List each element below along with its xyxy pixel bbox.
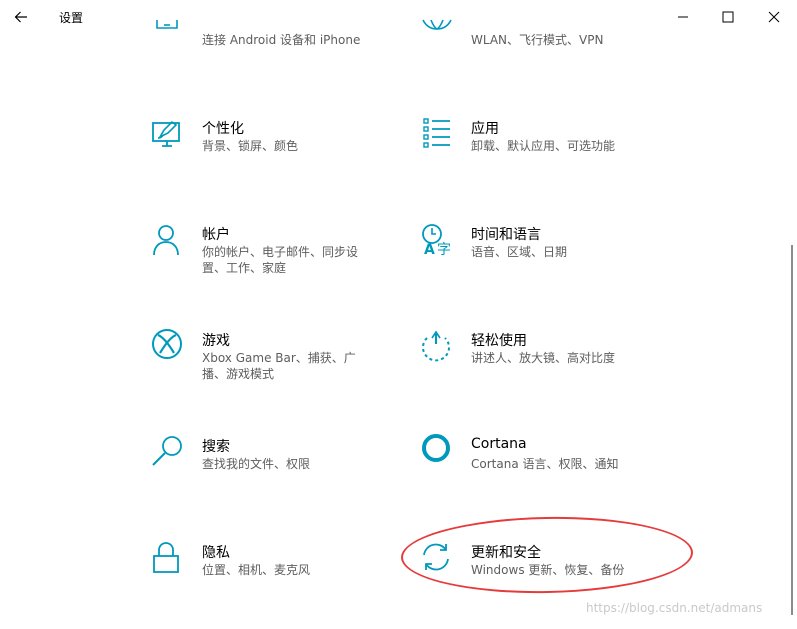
- search-icon: [152, 436, 188, 472]
- tile-personalization[interactable]: 个性化 背景、锁屏、颜色: [152, 118, 382, 198]
- tile-desc: Xbox Game Bar、捕获、广播、游戏模式: [202, 351, 356, 381]
- personalization-icon: [152, 118, 188, 154]
- time-language-icon: A 字: [421, 224, 457, 260]
- tile-title: Cortana: [471, 436, 527, 452]
- tile-search[interactable]: 搜索 查找我的文件、权限: [152, 436, 382, 516]
- tile-desc: 位置、相机、麦克风: [202, 563, 311, 577]
- close-button[interactable]: [763, 6, 785, 28]
- person-icon: [152, 224, 188, 260]
- tile-desc: 语音、区域、日期: [471, 245, 568, 259]
- tile-title: 隐私: [202, 545, 230, 561]
- tile-title: 游戏: [202, 333, 230, 349]
- phone-icon: [152, 16, 188, 52]
- tile-cortana[interactable]: Cortana Cortana 语言、权限、通知: [421, 434, 651, 516]
- tile-desc: 查找我的文件、权限: [202, 457, 311, 471]
- tile-time-language[interactable]: A 字 时间和语言 语音、区域、日期: [421, 224, 651, 304]
- apps-list-icon: [423, 118, 459, 154]
- window-title: 设置: [59, 11, 84, 25]
- svg-text:A: A: [424, 242, 435, 258]
- tile-privacy[interactable]: 隐私 位置、相机、麦克风: [152, 542, 382, 622]
- tile-accounts[interactable]: 帐户 你的帐户、电子邮件、同步设置、工作、家庭: [152, 224, 382, 304]
- ease-of-access-icon: [421, 330, 457, 366]
- maximize-icon: [722, 11, 734, 23]
- maximize-button[interactable]: [717, 6, 739, 28]
- tile-desc: 连接 Android 设备和 iPhone: [202, 33, 361, 47]
- close-icon: [768, 11, 780, 23]
- tile-desc: 讲述人、放大镜、高对比度: [471, 351, 616, 365]
- svg-text:字: 字: [437, 242, 451, 258]
- tile-title: 时间和语言: [471, 227, 541, 243]
- tile-desc: WLAN、飞行模式、VPN: [471, 33, 604, 47]
- arrow-left-icon: [14, 11, 27, 23]
- tile-phone[interactable]: 连接 Android 设备和 iPhone: [152, 20, 382, 110]
- cortana-icon: [421, 434, 457, 472]
- xbox-icon: [152, 329, 188, 366]
- tile-title: 帐户: [202, 227, 230, 243]
- lock-icon: [152, 542, 188, 578]
- back-button[interactable]: [10, 6, 32, 28]
- globe-icon: [421, 16, 457, 52]
- tile-ease-of-access[interactable]: 轻松使用 讲述人、放大镜、高对比度: [421, 330, 651, 410]
- title-bar: 设置: [0, 0, 797, 34]
- tile-desc: 卸载、默认应用、可选功能: [471, 139, 616, 153]
- tile-title: 个性化: [202, 121, 244, 137]
- tile-title: 搜索: [202, 439, 230, 455]
- tile-desc: 背景、锁屏、颜色: [202, 139, 299, 153]
- tile-gaming[interactable]: 游戏 Xbox Game Bar、捕获、广播、游戏模式: [152, 329, 382, 410]
- minimize-button[interactable]: [672, 6, 694, 28]
- scrollbar[interactable]: [791, 245, 793, 615]
- minimize-icon: [678, 16, 688, 18]
- tile-apps[interactable]: 应用 卸载、默认应用、可选功能: [421, 118, 651, 198]
- tile-desc: Cortana 语言、权限、通知: [471, 457, 619, 471]
- tile-title: 应用: [471, 121, 499, 137]
- tile-title: 轻松使用: [471, 333, 527, 349]
- tile-network[interactable]: WLAN、飞行模式、VPN: [421, 19, 651, 110]
- watermark: https://blog.csdn.net/admans: [586, 601, 763, 615]
- tile-desc: 你的帐户、电子邮件、同步设置、工作、家庭: [202, 245, 359, 275]
